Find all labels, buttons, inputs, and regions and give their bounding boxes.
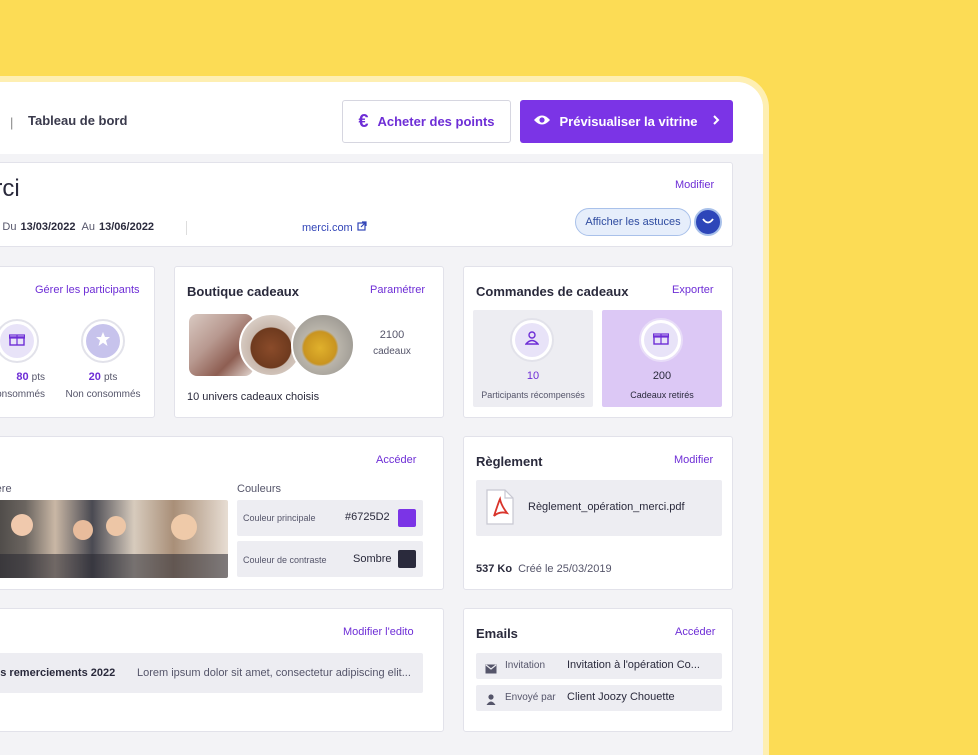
invitation-row[interactable]: Invitation Invitation à l'opération Co..…	[476, 653, 722, 679]
user-icon	[524, 330, 540, 350]
operation-title: erci	[0, 175, 20, 202]
rules-file-name: Règlement_opération_merci.pdf	[528, 501, 685, 513]
emails-card: Emails Accéder Invitation Invitation à l…	[463, 608, 733, 732]
gift-count-value: 2100	[379, 329, 405, 341]
buy-points-button[interactable]: € Acheter des points	[342, 100, 511, 143]
unconsumed-value: 20	[88, 371, 101, 383]
visual-access-link[interactable]: Accéder	[376, 454, 416, 466]
site-link[interactable]: merci.com	[302, 221, 367, 234]
euro-icon: €	[358, 111, 369, 131]
buy-points-label: Acheter des points	[377, 114, 495, 129]
contrast-color-value: Sombre	[353, 553, 392, 565]
gift-count-label: cadeaux	[373, 346, 411, 357]
gift-icon	[652, 331, 670, 350]
edit-edito-link[interactable]: Modifier l'edito	[343, 626, 414, 638]
tips-label: Afficher les astuces	[585, 216, 681, 228]
site-link-label: merci.com	[302, 221, 353, 234]
gift-shop-title: Boutique cadeaux	[187, 284, 299, 299]
rules-file-size: 537 Ko	[476, 563, 513, 575]
star-icon	[95, 331, 111, 352]
edito-row-text: Lorem ipsum dolor sit amet, consectetur …	[137, 667, 411, 679]
unconsumed-unit: pts	[103, 372, 118, 383]
edito-card: Modifier l'edito Vos remerciements 2022 …	[0, 608, 444, 732]
unconsumed-stat: 20 pts Non consommés	[63, 371, 143, 400]
date-to: 13/06/2022	[99, 221, 155, 233]
rules-file-meta: 537 Ko Créé le 25/03/2019	[476, 563, 612, 575]
breadcrumb-separator: |	[10, 115, 14, 130]
external-link-icon	[357, 221, 367, 234]
manage-participants-link[interactable]: Gérer les participants	[35, 284, 140, 296]
main-color-swatch	[398, 509, 416, 527]
smile-icon	[701, 213, 715, 231]
rules-edit-link[interactable]: Modifier	[674, 454, 713, 466]
invitation-label: Invitation	[505, 660, 546, 671]
date-from: 13/03/2022	[20, 221, 76, 233]
rules-card: Règlement Modifier Règlement_opération_m…	[463, 436, 733, 590]
mail-icon	[485, 661, 497, 679]
assistant-avatar[interactable]	[694, 208, 722, 236]
gift-icon	[8, 332, 26, 351]
universes-count: 10 univers cadeaux choisis	[187, 391, 320, 403]
divider	[186, 221, 187, 235]
emails-access-link[interactable]: Accéder	[675, 626, 715, 638]
colors-label: Couleurs	[237, 483, 282, 495]
main-color-label: Couleur principale	[243, 513, 316, 523]
rewarded-participants-tile[interactable]: 10 Participants récompensés	[473, 310, 593, 407]
withdrawn-gifts-tile[interactable]: 200 Cadeaux retirés	[602, 310, 722, 407]
visual-identity-card: Accéder nnière Couleurs Couleur principa…	[0, 436, 444, 590]
withdrawn-value: 200	[652, 370, 672, 382]
operation-period: de : Du 13/03/2022 Au 13/06/2022	[0, 221, 154, 233]
consumed-value: 80	[16, 371, 29, 383]
date-to-prefix: Au	[81, 221, 95, 233]
sender-value: Client Joozy Chouette	[567, 691, 675, 703]
breadcrumb[interactable]: Tableau de bord	[28, 113, 127, 128]
main-color-row[interactable]: Couleur principale #6725D2	[237, 500, 423, 536]
gift-orders-title: Commandes de cadeaux	[476, 284, 629, 299]
person-icon	[486, 692, 496, 710]
operation-edit-link[interactable]: Modifier	[675, 179, 714, 191]
contrast-color-row[interactable]: Couleur de contraste Sombre	[237, 541, 423, 577]
consumed-unit: pts	[31, 372, 45, 383]
gift-shop-settings-link[interactable]: Paramétrer	[370, 284, 425, 296]
consumed-label: onsommés	[0, 389, 45, 400]
edito-row[interactable]: Vos remerciements 2022 Lorem ipsum dolor…	[0, 653, 423, 693]
consumed-stat: 80 pts onsommés	[0, 371, 45, 400]
preview-storefront-button[interactable]: Prévisualiser la vitrine	[520, 100, 733, 143]
banner-label: nnière	[0, 483, 12, 495]
gift-shop-card: Boutique cadeaux Paramétrer 2100 cadeaux…	[174, 266, 444, 418]
banner-image	[0, 500, 228, 578]
main-color-value: #6725D2	[345, 511, 390, 523]
contrast-color-label: Couleur de contraste	[243, 555, 327, 565]
period-prefix: de : Du	[0, 221, 17, 233]
gift-count: 2100 cadeaux	[367, 329, 417, 357]
rules-file[interactable]: Règlement_opération_merci.pdf	[476, 480, 722, 536]
consumed-circle	[0, 319, 39, 363]
sender-row[interactable]: Envoyé par Client Joozy Chouette	[476, 685, 722, 711]
product-image-3	[291, 313, 355, 377]
rules-title: Règlement	[476, 454, 543, 469]
unconsumed-label: Non consommés	[65, 389, 141, 400]
gift-orders-card: Commandes de cadeaux Exporter 10 Partici…	[463, 266, 733, 418]
withdrawn-label: Cadeaux retirés	[630, 390, 694, 400]
eye-icon	[533, 114, 551, 129]
invitation-value: Invitation à l'opération Co...	[567, 659, 700, 671]
rules-created: Créé le 25/03/2019	[518, 563, 612, 575]
contrast-color-swatch	[398, 550, 416, 568]
tips-button[interactable]: Afficher les astuces	[575, 208, 691, 236]
operation-card: erci Modifier de : Du 13/03/2022 Au 13/0…	[0, 162, 733, 247]
unconsumed-circle	[81, 319, 125, 363]
app-window: | Tableau de bord € Acheter des points P…	[0, 82, 763, 755]
sender-label: Envoyé par	[505, 692, 556, 703]
top-bar: | Tableau de bord € Acheter des points P…	[0, 82, 763, 154]
chevron-right-icon	[712, 114, 720, 129]
rewarded-label: Participants récompensés	[481, 390, 585, 400]
export-link[interactable]: Exporter	[672, 284, 714, 296]
pdf-icon	[485, 489, 515, 530]
emails-title: Emails	[476, 626, 518, 641]
rewarded-value: 10	[526, 370, 540, 382]
preview-label: Prévisualiser la vitrine	[559, 114, 698, 129]
edito-row-title: Vos remerciements 2022	[0, 667, 116, 679]
participants-card: Gérer les participants 80 pts onsommés 2…	[0, 266, 155, 418]
